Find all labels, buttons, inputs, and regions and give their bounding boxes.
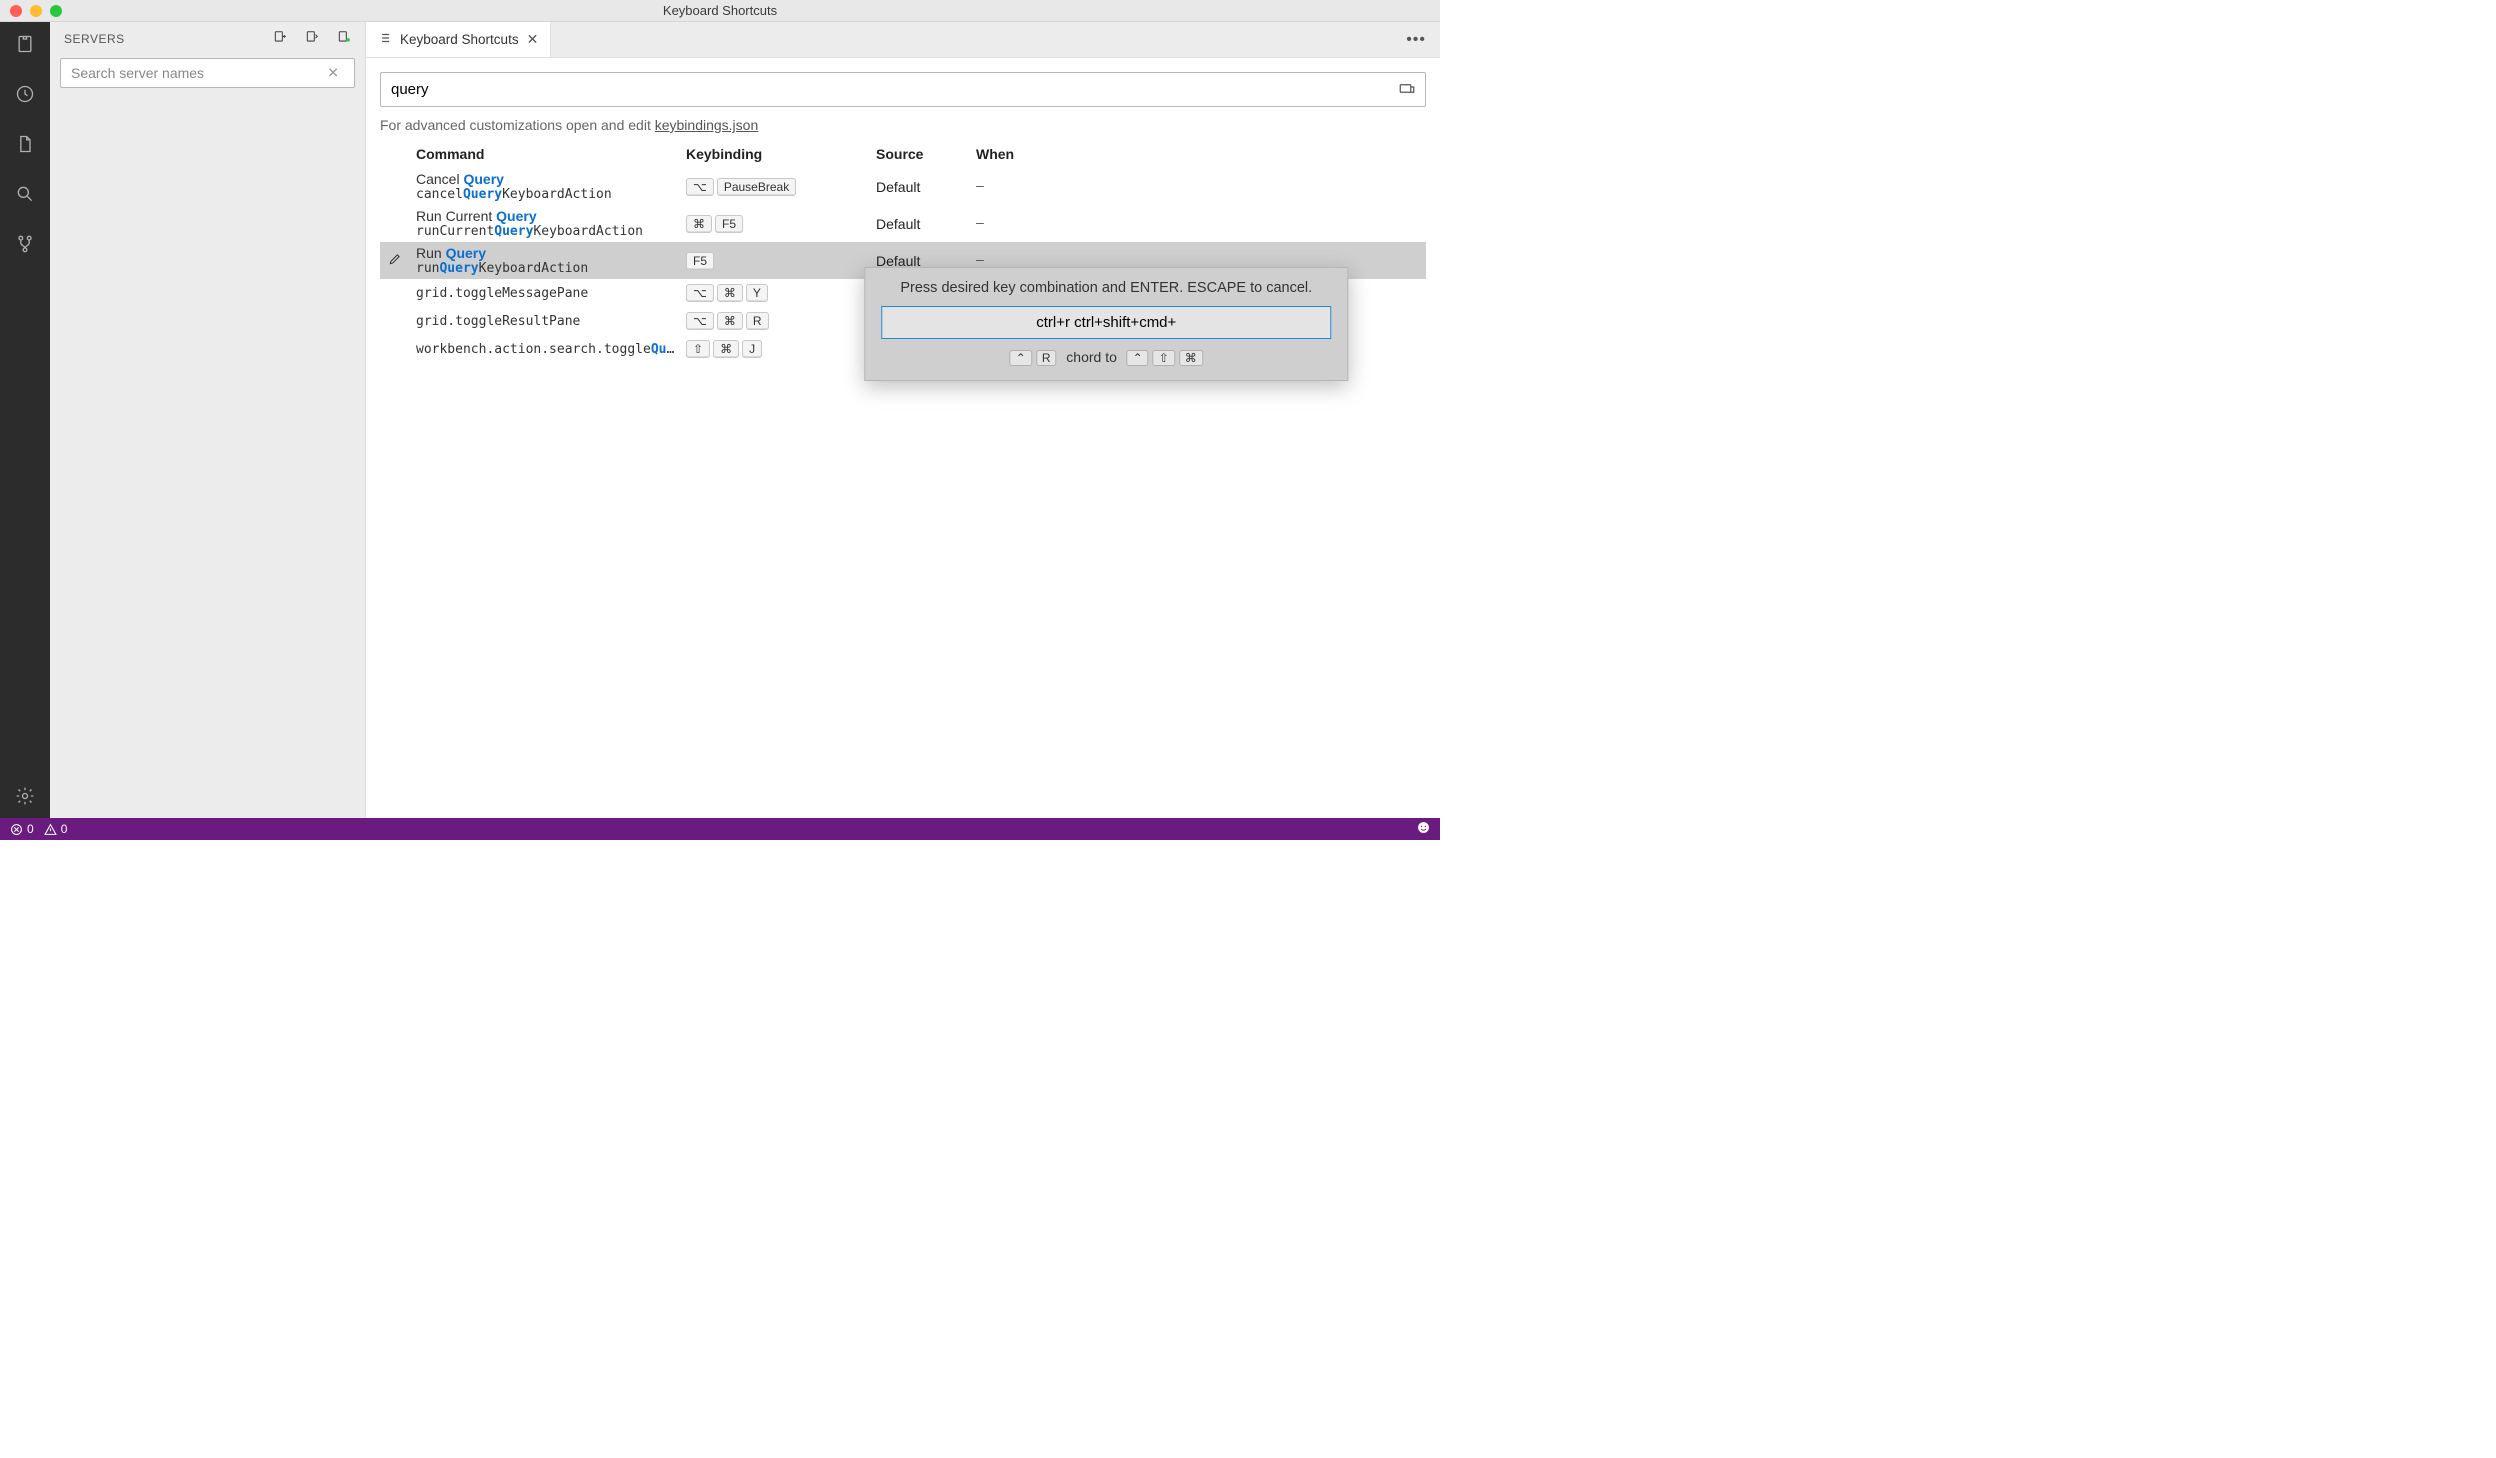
activity-bar (0, 22, 50, 818)
col-source[interactable]: Source (876, 146, 976, 162)
command-cell: Cancel QuerycancelQueryKeyboardAction (416, 171, 686, 202)
files-activity-icon[interactable] (11, 130, 39, 158)
keybinding-cell: ⌥PauseBreak (686, 178, 876, 196)
chord-preview: ⌃R chord to ⌃⇧⌘ (881, 349, 1331, 366)
keybinding-capture-input[interactable] (881, 306, 1331, 339)
keybinding-cell: ⌥⌘Y (686, 284, 876, 302)
server-connect-icon[interactable] (337, 30, 355, 48)
window-controls (0, 5, 62, 17)
command-cell: workbench.action.search.toggleQuery… (416, 342, 686, 357)
col-keybinding[interactable]: Keybinding (686, 146, 876, 162)
new-connection-icon[interactable] (273, 30, 291, 48)
servers-activity-icon[interactable] (11, 30, 39, 58)
new-query-icon[interactable] (305, 30, 323, 48)
clear-search-icon[interactable]: ✕ (327, 65, 339, 82)
popover-prompt: Press desired key combination and ENTER.… (881, 280, 1331, 296)
settings-gear-icon[interactable] (11, 782, 39, 810)
keybinding-capture-popover: Press desired key combination and ENTER.… (864, 267, 1348, 381)
col-when[interactable]: When (976, 146, 1426, 162)
feedback-smile-icon[interactable] (1417, 823, 1430, 837)
server-search-input[interactable] (60, 58, 355, 88)
status-bar: 0 0 (0, 818, 1440, 840)
status-errors[interactable]: 0 (10, 822, 34, 836)
window-title: Keyboard Shortcuts (0, 3, 1440, 18)
keybinding-cell: F5 (686, 252, 876, 270)
record-keys-icon[interactable] (1398, 79, 1416, 100)
keybindings-json-link[interactable]: keybindings.json (655, 117, 759, 133)
zoom-window-button[interactable] (50, 5, 62, 17)
close-window-button[interactable] (10, 5, 22, 17)
table-row[interactable]: Cancel QuerycancelQueryKeyboardAction⌥Pa… (380, 168, 1426, 205)
command-cell: grid.toggleMessagePane (416, 286, 686, 301)
keybinding-cell: ⇧⌘J (686, 340, 876, 358)
tab-bar: Keyboard Shortcuts ✕ ••• (366, 22, 1440, 58)
when-cell: — (976, 216, 1426, 231)
close-tab-icon[interactable]: ✕ (527, 31, 539, 48)
edit-keybinding-icon[interactable] (388, 252, 402, 269)
source-control-activity-icon[interactable] (11, 230, 39, 258)
history-activity-icon[interactable] (11, 80, 39, 108)
editor-area: Keyboard Shortcuts ✕ ••• For advanced cu… (366, 22, 1440, 818)
col-command[interactable]: Command (416, 146, 686, 162)
sidebar: SERVERS ✕ (50, 22, 366, 818)
titlebar: Keyboard Shortcuts (0, 0, 1440, 22)
tab-overflow-button[interactable]: ••• (1392, 22, 1440, 57)
source-cell: Default (876, 179, 976, 195)
when-cell: — (976, 253, 1426, 268)
minimize-window-button[interactable] (30, 5, 42, 17)
tab-keyboard-shortcuts[interactable]: Keyboard Shortcuts ✕ (366, 22, 551, 57)
status-warnings[interactable]: 0 (44, 822, 68, 836)
command-cell: Run QueryrunQueryKeyboardAction (416, 245, 686, 276)
search-activity-icon[interactable] (11, 180, 39, 208)
keybinding-search-input[interactable] (380, 72, 1426, 107)
keybinding-cell: ⌘F5 (686, 215, 876, 233)
when-cell: — (976, 179, 1426, 194)
table-row[interactable]: Run Current QueryrunCurrentQueryKeyboard… (380, 205, 1426, 242)
keybinding-cell: ⌥⌘R (686, 312, 876, 330)
command-cell: Run Current QueryrunCurrentQueryKeyboard… (416, 208, 686, 239)
list-icon (378, 31, 392, 48)
source-cell: Default (876, 216, 976, 232)
sidebar-title: SERVERS (64, 32, 125, 46)
advanced-hint: For advanced customizations open and edi… (380, 117, 1426, 133)
tab-label: Keyboard Shortcuts (400, 32, 519, 47)
table-header: Command Keybinding Source When (380, 143, 1426, 168)
command-cell: grid.toggleResultPane (416, 314, 686, 329)
